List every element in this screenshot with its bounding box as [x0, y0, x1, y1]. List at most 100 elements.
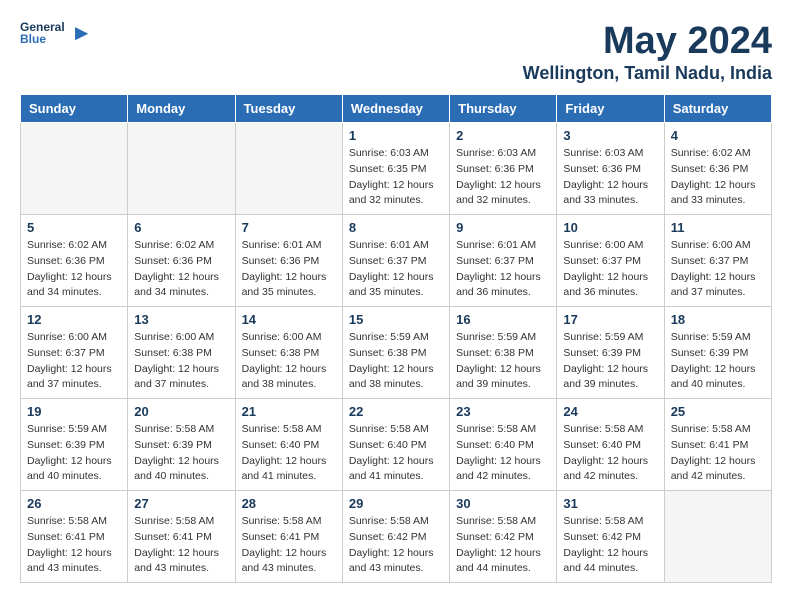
day-info: Sunrise: 5:58 AMSunset: 6:40 PMDaylight:…	[456, 422, 550, 485]
calendar-cell: 27 Sunrise: 5:58 AMSunset: 6:41 PMDayligh…	[128, 491, 235, 583]
day-info: Sunrise: 5:58 AMSunset: 6:40 PMDaylight:…	[563, 422, 657, 485]
calendar-cell: 9Sunrise: 6:01 AMSunset: 6:37 PMDaylight…	[450, 215, 557, 307]
day-info: Sunrise: 6:01 AMSunset: 6:37 PMDaylight:…	[349, 238, 443, 301]
calendar-week-2: 5 Sunrise: 6:02 AMSunset: 6:36 PMDaylight…	[21, 215, 772, 307]
day-info: Sunrise: 5:58 AMSunset: 6:40 PMDaylight:…	[242, 422, 336, 485]
day-number: 28	[242, 496, 336, 511]
day-number: 4	[671, 128, 765, 143]
day-info: Sunrise: 5:59 AMSunset: 6:38 PMDaylight:…	[456, 330, 550, 393]
calendar-cell: 3 Sunrise: 6:03 AMSunset: 6:36 PMDaylight…	[557, 123, 664, 215]
page-header: General Blue ► May 2024 Wellington, Tami…	[20, 20, 772, 84]
calendar-header-sunday: Sunday	[21, 95, 128, 123]
calendar-cell: 7 Sunrise: 6:01 AMSunset: 6:36 PMDaylight…	[235, 215, 342, 307]
day-info: Sunrise: 5:58 AMSunset: 6:41 PMDaylight:…	[134, 514, 228, 577]
calendar-cell: 4 Sunrise: 6:02 AMSunset: 6:36 PMDaylight…	[664, 123, 771, 215]
day-info: Sunrise: 5:58 AMSunset: 6:42 PMDaylight:…	[349, 514, 443, 577]
day-info: Sunrise: 6:01 AMSunset: 6:36 PMDaylight:…	[242, 238, 336, 301]
calendar-cell: 21Sunrise: 5:58 AMSunset: 6:40 PMDayligh…	[235, 399, 342, 491]
day-number: 31	[563, 496, 657, 511]
day-info: Sunrise: 6:00 AMSunset: 6:37 PMDaylight:…	[563, 238, 657, 301]
calendar-cell	[664, 491, 771, 583]
calendar-cell: 20 Sunrise: 5:58 AMSunset: 6:39 PMDayligh…	[128, 399, 235, 491]
subtitle: Wellington, Tamil Nadu, India	[523, 63, 772, 84]
calendar-cell: 17Sunrise: 5:59 AMSunset: 6:39 PMDayligh…	[557, 307, 664, 399]
day-number: 20	[134, 404, 228, 419]
calendar-week-5: 26 Sunrise: 5:58 AMSunset: 6:41 PMDayligh…	[21, 491, 772, 583]
calendar-cell	[21, 123, 128, 215]
calendar-header-monday: Monday	[128, 95, 235, 123]
calendar-header-wednesday: Wednesday	[342, 95, 449, 123]
day-info: Sunrise: 6:00 AMSunset: 6:38 PMDaylight:…	[134, 330, 228, 393]
day-number: 23	[456, 404, 550, 419]
calendar-cell: 18Sunrise: 5:59 AMSunset: 6:39 PMDayligh…	[664, 307, 771, 399]
day-info: Sunrise: 5:59 AMSunset: 6:38 PMDaylight:…	[349, 330, 443, 393]
day-number: 1	[349, 128, 443, 143]
calendar-header-saturday: Saturday	[664, 95, 771, 123]
day-number: 5	[27, 220, 121, 235]
calendar-cell: 28 Sunrise: 5:58 AMSunset: 6:41 PMDayligh…	[235, 491, 342, 583]
calendar-cell: 19 Sunrise: 5:59 AMSunset: 6:39 PMDayligh…	[21, 399, 128, 491]
calendar-header-friday: Friday	[557, 95, 664, 123]
calendar-cell: 12 Sunrise: 6:00 AMSunset: 6:37 PMDayligh…	[21, 307, 128, 399]
day-info: Sunrise: 5:58 AMSunset: 6:40 PMDaylight:…	[349, 422, 443, 485]
day-number: 29	[349, 496, 443, 511]
day-number: 3	[563, 128, 657, 143]
calendar-cell: 6Sunrise: 6:02 AMSunset: 6:36 PMDaylight…	[128, 215, 235, 307]
day-info: Sunrise: 6:02 AMSunset: 6:36 PMDaylight:…	[134, 238, 228, 301]
main-title: May 2024	[523, 20, 772, 63]
calendar-cell: 22Sunrise: 5:58 AMSunset: 6:40 PMDayligh…	[342, 399, 449, 491]
calendar-cell: 24Sunrise: 5:58 AMSunset: 6:40 PMDayligh…	[557, 399, 664, 491]
day-info: Sunrise: 6:02 AMSunset: 6:36 PMDaylight:…	[671, 146, 765, 209]
calendar-cell: 25Sunrise: 5:58 AMSunset: 6:41 PMDayligh…	[664, 399, 771, 491]
calendar-header-thursday: Thursday	[450, 95, 557, 123]
day-number: 12	[27, 312, 121, 327]
calendar-week-1: 1 Sunrise: 6:03 AMSunset: 6:35 PMDaylight…	[21, 123, 772, 215]
calendar-cell: 26 Sunrise: 5:58 AMSunset: 6:41 PMDayligh…	[21, 491, 128, 583]
day-number: 30	[456, 496, 550, 511]
calendar-cell	[235, 123, 342, 215]
day-number: 15	[349, 312, 443, 327]
calendar-cell: 29 Sunrise: 5:58 AMSunset: 6:42 PMDayligh…	[342, 491, 449, 583]
day-info: Sunrise: 6:03 AMSunset: 6:35 PMDaylight:…	[349, 146, 443, 209]
day-info: Sunrise: 5:58 AMSunset: 6:39 PMDaylight:…	[134, 422, 228, 485]
day-info: Sunrise: 6:00 AMSunset: 6:37 PMDaylight:…	[671, 238, 765, 301]
calendar-cell	[128, 123, 235, 215]
calendar-header-tuesday: Tuesday	[235, 95, 342, 123]
calendar-cell: 8 Sunrise: 6:01 AMSunset: 6:37 PMDaylight…	[342, 215, 449, 307]
calendar-cell: 16Sunrise: 5:59 AMSunset: 6:38 PMDayligh…	[450, 307, 557, 399]
calendar-table: SundayMondayTuesdayWednesdayThursdayFrid…	[20, 94, 772, 583]
title-section: May 2024 Wellington, Tamil Nadu, India	[523, 20, 772, 84]
day-number: 10	[563, 220, 657, 235]
day-info: Sunrise: 6:03 AMSunset: 6:36 PMDaylight:…	[563, 146, 657, 209]
day-number: 26	[27, 496, 121, 511]
calendar-cell: 30Sunrise: 5:58 AMSunset: 6:42 PMDayligh…	[450, 491, 557, 583]
day-number: 9	[456, 220, 550, 235]
logo-bird-icon: ►	[71, 20, 93, 46]
calendar-cell: 14 Sunrise: 6:00 AMSunset: 6:38 PMDayligh…	[235, 307, 342, 399]
calendar-cell: 31 Sunrise: 5:58 AMSunset: 6:42 PMDayligh…	[557, 491, 664, 583]
day-number: 7	[242, 220, 336, 235]
day-info: Sunrise: 6:00 AMSunset: 6:38 PMDaylight:…	[242, 330, 336, 393]
day-info: Sunrise: 5:58 AMSunset: 6:41 PMDaylight:…	[242, 514, 336, 577]
calendar-week-3: 12 Sunrise: 6:00 AMSunset: 6:37 PMDayligh…	[21, 307, 772, 399]
day-info: Sunrise: 5:59 AMSunset: 6:39 PMDaylight:…	[27, 422, 121, 485]
calendar-cell: 15 Sunrise: 5:59 AMSunset: 6:38 PMDayligh…	[342, 307, 449, 399]
day-info: Sunrise: 5:58 AMSunset: 6:41 PMDaylight:…	[27, 514, 121, 577]
day-number: 14	[242, 312, 336, 327]
day-info: Sunrise: 6:00 AMSunset: 6:37 PMDaylight:…	[27, 330, 121, 393]
day-info: Sunrise: 6:02 AMSunset: 6:36 PMDaylight:…	[27, 238, 121, 301]
day-info: Sunrise: 5:58 AMSunset: 6:42 PMDaylight:…	[563, 514, 657, 577]
day-info: Sunrise: 6:03 AMSunset: 6:36 PMDaylight:…	[456, 146, 550, 209]
day-info: Sunrise: 5:59 AMSunset: 6:39 PMDaylight:…	[671, 330, 765, 393]
calendar-cell: 1 Sunrise: 6:03 AMSunset: 6:35 PMDaylight…	[342, 123, 449, 215]
day-number: 8	[349, 220, 443, 235]
day-info: Sunrise: 5:58 AMSunset: 6:41 PMDaylight:…	[671, 422, 765, 485]
calendar-cell: 2Sunrise: 6:03 AMSunset: 6:36 PMDaylight…	[450, 123, 557, 215]
calendar-cell: 23 Sunrise: 5:58 AMSunset: 6:40 PMDayligh…	[450, 399, 557, 491]
logo: General Blue ►	[20, 20, 92, 46]
calendar-header-row: SundayMondayTuesdayWednesdayThursdayFrid…	[21, 95, 772, 123]
calendar-cell: 11Sunrise: 6:00 AMSunset: 6:37 PMDayligh…	[664, 215, 771, 307]
day-info: Sunrise: 5:59 AMSunset: 6:39 PMDaylight:…	[563, 330, 657, 393]
day-number: 27	[134, 496, 228, 511]
day-number: 19	[27, 404, 121, 419]
